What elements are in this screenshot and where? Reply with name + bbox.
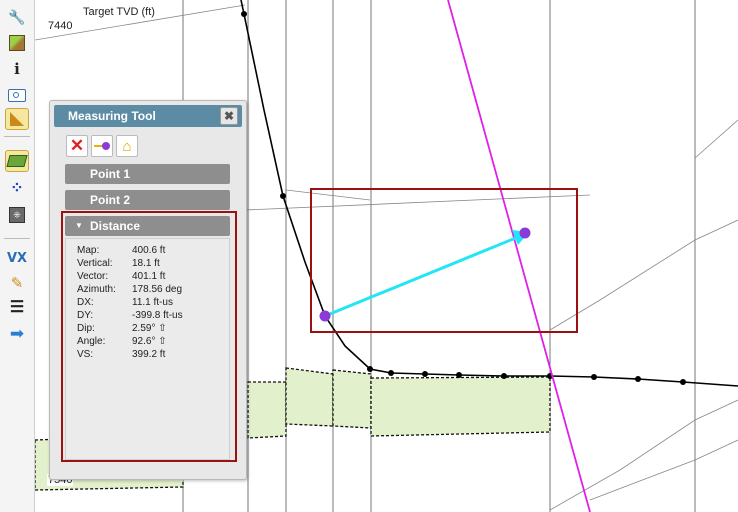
- camera-icon: [8, 88, 26, 102]
- info-button[interactable]: i: [5, 58, 29, 80]
- point1-label: Point 1: [90, 167, 131, 181]
- info-icon: i: [14, 59, 20, 78]
- close-button[interactable]: ✖: [220, 107, 238, 125]
- points-icon: ⁘: [10, 180, 24, 197]
- arrow-right-button[interactable]: ➡: [5, 322, 29, 344]
- panel-header[interactable]: Measuring Tool ✖: [54, 105, 242, 127]
- points-tool-button[interactable]: ⁘: [5, 178, 29, 200]
- align-icon: ☰: [9, 299, 25, 316]
- cube-tool-button[interactable]: [5, 32, 29, 54]
- point-line-icon: [94, 142, 110, 150]
- clear-measure-button[interactable]: ✕: [66, 135, 88, 157]
- left-toolbar: 🔧 i ⁘ ⁜ VX ✎ ☰ ➡: [0, 0, 35, 512]
- close-icon: ✖: [223, 109, 235, 123]
- point2-section[interactable]: Point 2: [65, 190, 230, 210]
- pencil-icon: ✎: [10, 274, 24, 292]
- point1-section[interactable]: Point 1: [65, 164, 230, 184]
- axis-title: Target TVD (ft): [82, 6, 156, 18]
- tvd-tick-label: 7440: [47, 20, 74, 32]
- pencil-button[interactable]: ✎: [5, 272, 29, 294]
- wrench-icon: 🔧: [8, 9, 26, 25]
- vx-icon: VX: [6, 250, 28, 266]
- highlight-box: [61, 211, 237, 462]
- measure-tool-button[interactable]: [5, 108, 29, 130]
- arrow-right-icon: ➡: [9, 323, 25, 343]
- highlight-box: [310, 188, 578, 333]
- panel-title: Measuring Tool: [68, 109, 156, 123]
- surface-icon: [6, 155, 28, 167]
- home-icon: ⌂: [122, 137, 132, 155]
- pick-point-button[interactable]: [91, 135, 113, 157]
- point2-label: Point 2: [90, 193, 131, 207]
- home-button[interactable]: ⌂: [116, 135, 138, 157]
- measure-icon: [10, 112, 24, 126]
- cube-icon: [9, 35, 25, 51]
- delete-x-icon: ✕: [69, 136, 85, 155]
- camera-button[interactable]: [5, 84, 29, 106]
- vx-button[interactable]: VX: [5, 247, 29, 269]
- scatter-tool-button[interactable]: ⁜: [5, 204, 29, 226]
- scatter-icon: ⁜: [9, 207, 25, 223]
- align-button[interactable]: ☰: [5, 297, 29, 319]
- surface-tool-button[interactable]: [5, 150, 29, 172]
- wrench-tool-button[interactable]: 🔧: [5, 6, 29, 28]
